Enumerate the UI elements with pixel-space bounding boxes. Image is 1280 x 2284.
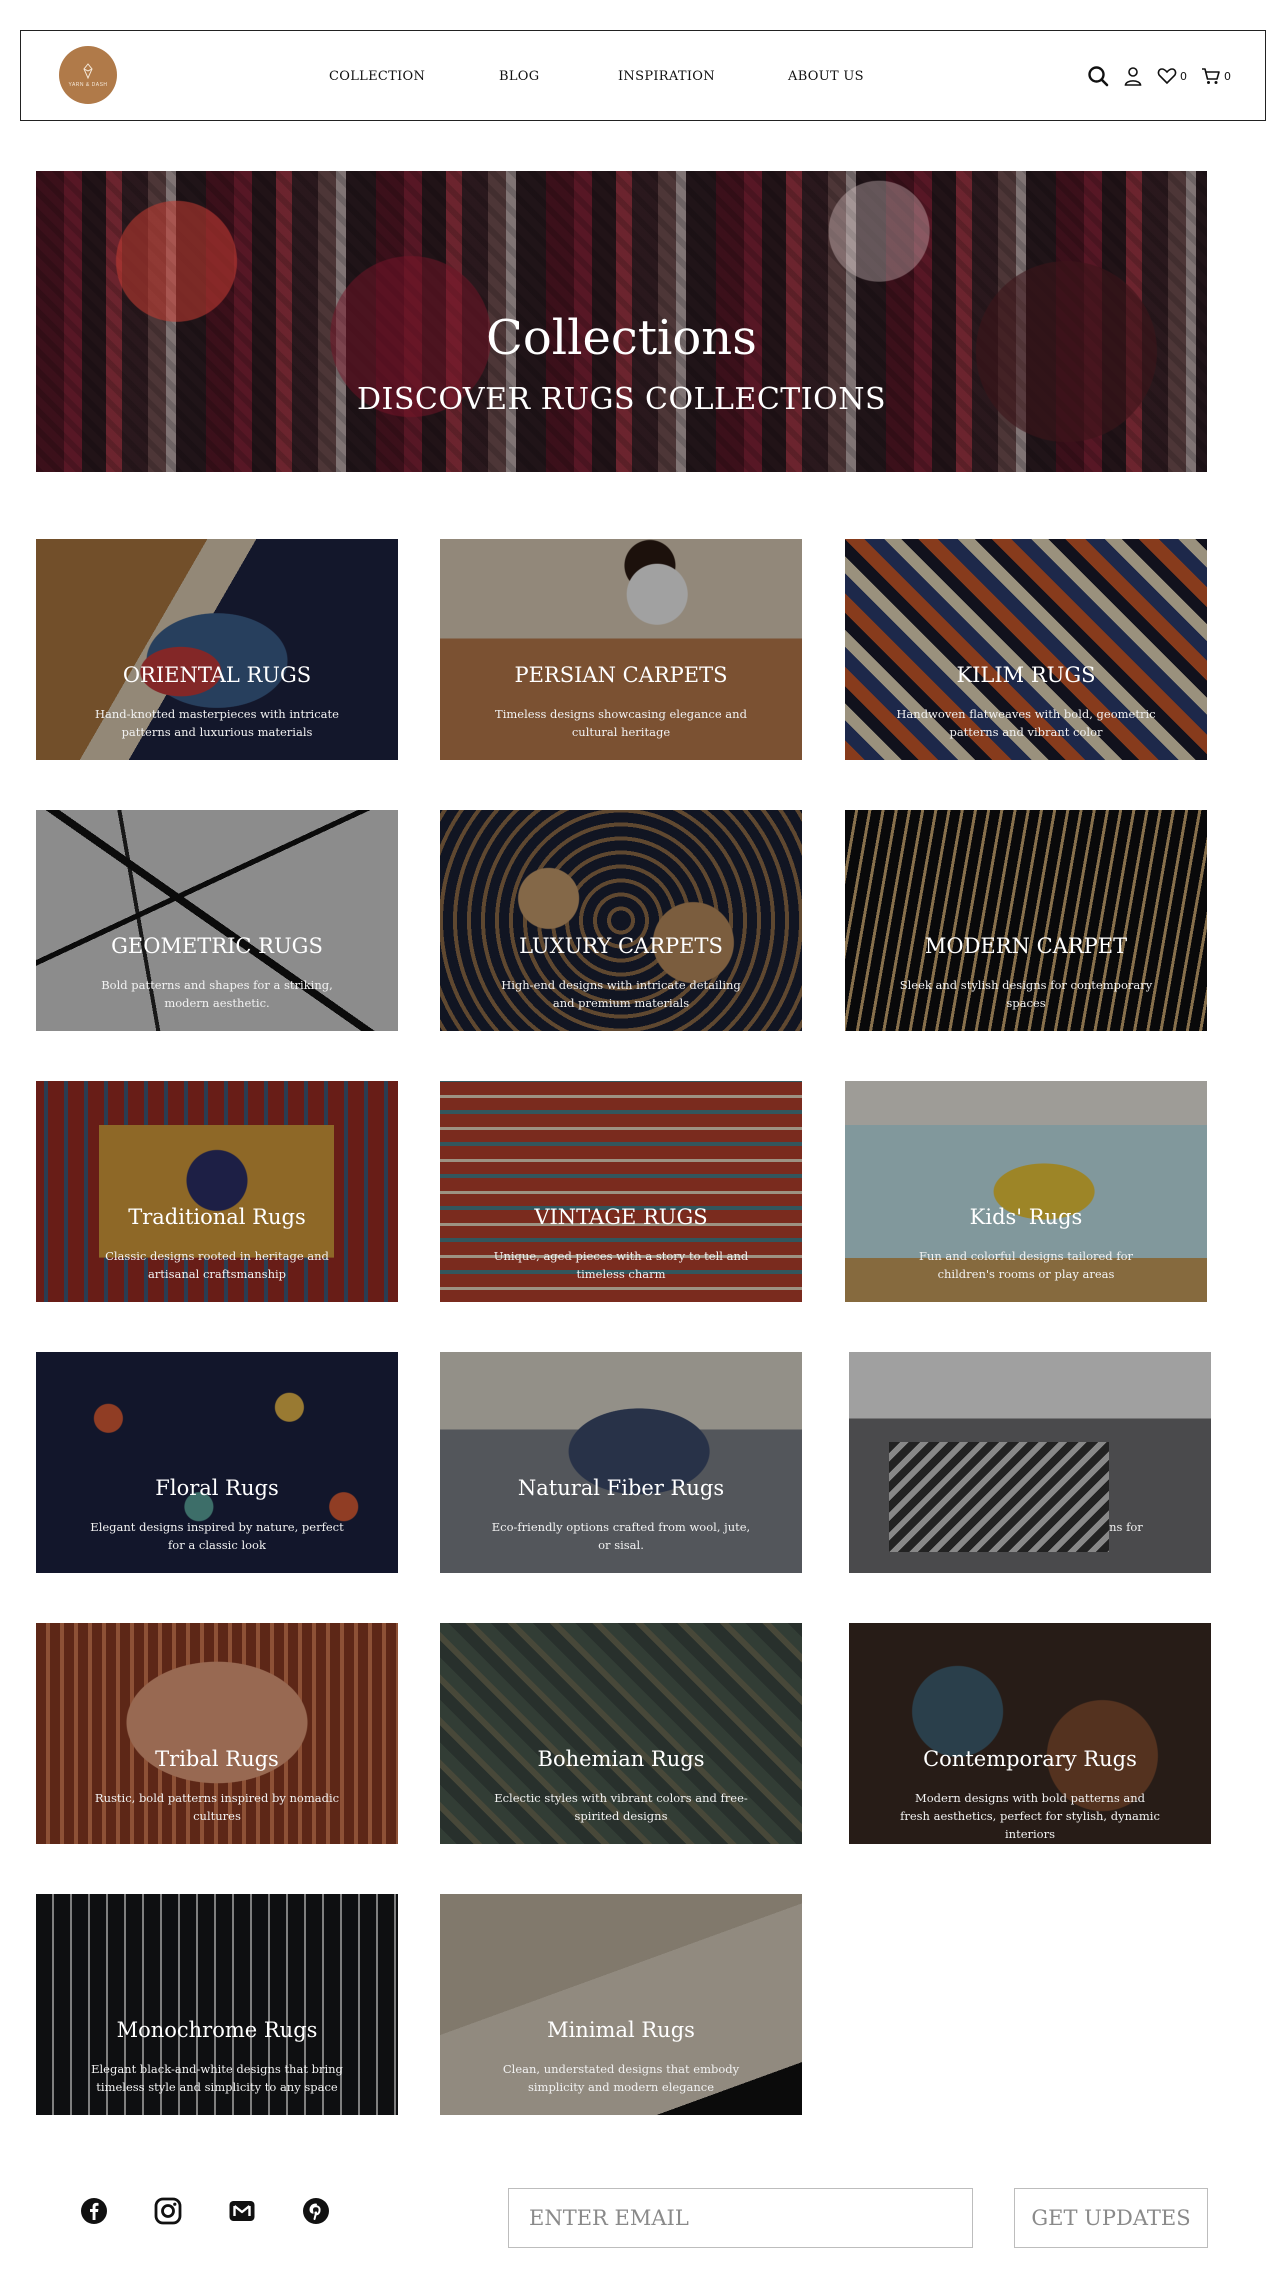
collection-card-vintage-rugs[interactable]: VINTAGE RUGS Unique, aged pieces with a … bbox=[440, 1081, 802, 1302]
nav-inspiration[interactable]: INSPIRATION bbox=[618, 69, 715, 84]
card-title: Monochrome Rugs bbox=[116, 2018, 318, 2042]
email-input[interactable] bbox=[508, 2188, 973, 2248]
wishlist-button[interactable]: 0 bbox=[1157, 67, 1187, 85]
site-header: YARN & DASH COLLECTION BLOG INSPIRATION … bbox=[20, 30, 1266, 121]
card-title: LUXURY CARPETS bbox=[519, 934, 723, 958]
collection-card-kids-rugs[interactable]: Kids' Rugs Fun and colorful designs tail… bbox=[845, 1081, 1207, 1302]
card-title: Contemporary Rugs bbox=[923, 1747, 1137, 1771]
facebook-icon[interactable] bbox=[80, 2197, 108, 2225]
cart-button[interactable]: 0 bbox=[1201, 67, 1231, 85]
card-title: Natural Fiber Rugs bbox=[517, 1476, 725, 1500]
instagram-icon[interactable] bbox=[154, 2197, 182, 2225]
wishlist-count: 0 bbox=[1180, 69, 1187, 83]
page-subtitle: DISCOVER RUGS COLLECTIONS bbox=[356, 382, 887, 417]
cart-count: 0 bbox=[1224, 69, 1231, 83]
user-icon bbox=[1124, 67, 1142, 86]
card-description: Bold patterns and shapes for a striking,… bbox=[101, 978, 333, 1010]
nav-blog[interactable]: BLOG bbox=[499, 69, 539, 84]
collection-card-kilim-rugs[interactable]: KILIM RUGS Handwoven flatweaves with bol… bbox=[845, 539, 1207, 760]
card-description: Durable, weather-resistant designs for p… bbox=[917, 1520, 1143, 1552]
search-button[interactable] bbox=[1087, 65, 1109, 87]
card-title: Bohemian Rugs bbox=[537, 1747, 705, 1771]
card-description: Timeless designs showcasing elegance and… bbox=[495, 707, 747, 739]
collection-card-modern-carpet[interactable]: MODERN CARPET Sleek and stylish designs … bbox=[845, 810, 1207, 1031]
collection-card-oriental-rugs[interactable]: ORIENTAL RUGS Hand-knotted masterpieces … bbox=[36, 539, 398, 760]
pinterest-icon[interactable] bbox=[302, 2197, 330, 2225]
collection-card-traditional-rugs[interactable]: Traditional Rugs Classic designs rooted … bbox=[36, 1081, 398, 1302]
mail-icon[interactable] bbox=[228, 2197, 256, 2225]
card-title: Tribal Rugs bbox=[155, 1747, 279, 1771]
card-title: VINTAGE RUGS bbox=[534, 1205, 708, 1229]
card-title: Outdoor Rugs bbox=[955, 1476, 1105, 1500]
collection-card-monochrome-rugs[interactable]: Monochrome Rugs Elegant black-and-white … bbox=[36, 1894, 398, 2115]
card-description: Classic designs rooted in heritage and a… bbox=[105, 1249, 329, 1281]
nav-collection[interactable]: COLLECTION bbox=[329, 69, 425, 84]
card-description: Sleek and stylish designs for contempora… bbox=[899, 978, 1153, 1010]
card-title: GEOMETRIC RUGS bbox=[111, 934, 323, 958]
card-description: Unique, aged pieces with a story to tell… bbox=[493, 1249, 749, 1281]
main-nav: COLLECTION BLOG INSPIRATION ABOUT US bbox=[21, 31, 1265, 122]
page-title: Collections bbox=[486, 310, 757, 366]
card-description: High-end designs with intricate detailin… bbox=[501, 978, 741, 1010]
collection-card-contemporary-rugs[interactable]: Contemporary Rugs Modern designs with bo… bbox=[849, 1623, 1211, 1844]
collection-card-floral-rugs[interactable]: Floral Rugs Elegant designs inspired by … bbox=[36, 1352, 398, 1573]
collection-card-luxury-carpets[interactable]: LUXURY CARPETS High-end designs with int… bbox=[440, 810, 802, 1031]
card-description: Handwoven flatweaves with bold, geometri… bbox=[896, 707, 1156, 739]
card-description: Modern designs with bold patterns and fr… bbox=[900, 1791, 1160, 1841]
collection-card-minimal-rugs[interactable]: Minimal Rugs Clean, understated designs … bbox=[440, 1894, 802, 2115]
collection-card-persian-carpets[interactable]: PERSIAN CARPETS Timeless designs showcas… bbox=[440, 539, 802, 760]
get-updates-button[interactable]: GET UPDATES bbox=[1014, 2188, 1208, 2248]
card-title: MODERN CARPET bbox=[924, 934, 1128, 958]
card-description: Rustic, bold patterns inspired by nomadi… bbox=[94, 1791, 340, 1823]
card-title: Traditional Rugs bbox=[128, 1205, 306, 1229]
collection-card-outdoor-rugs[interactable]: Outdoor Rugs Durable, weather-resistant … bbox=[849, 1352, 1211, 1573]
collection-card-bohemian-rugs[interactable]: Bohemian Rugs Eclectic styles with vibra… bbox=[440, 1623, 802, 1844]
card-description: Eco-friendly options crafted from wool, … bbox=[491, 1520, 751, 1552]
card-description: Elegant black-and-white designs that bri… bbox=[91, 2062, 343, 2094]
header-actions: 0 0 bbox=[1087, 63, 1231, 89]
card-title: KILIM RUGS bbox=[956, 663, 1096, 687]
cart-icon bbox=[1202, 68, 1220, 84]
card-title: Minimal Rugs bbox=[547, 2018, 695, 2042]
collection-card-tribal-rugs[interactable]: Tribal Rugs Rustic, bold patterns inspir… bbox=[36, 1623, 398, 1844]
card-description: Fun and colorful designs tailored for ch… bbox=[918, 1249, 1133, 1281]
heart-icon bbox=[1157, 68, 1177, 85]
card-description: Clean, understated designs that embody s… bbox=[502, 2062, 740, 2094]
card-title: Kids' Rugs bbox=[969, 1205, 1083, 1229]
card-title: Floral Rugs bbox=[155, 1476, 279, 1500]
social-links bbox=[80, 2197, 330, 2225]
search-icon bbox=[1088, 66, 1109, 87]
collection-card-natural-fiber-rugs[interactable]: Natural Fiber Rugs Eco-friendly options … bbox=[440, 1352, 802, 1573]
card-description: Elegant designs inspired by nature, perf… bbox=[90, 1520, 344, 1552]
collection-card-geometric-rugs[interactable]: GEOMETRIC RUGS Bold patterns and shapes … bbox=[36, 810, 398, 1031]
account-button[interactable] bbox=[1123, 66, 1143, 86]
card-description: Hand-knotted masterpieces with intricate… bbox=[95, 707, 339, 739]
card-description: Eclectic styles with vibrant colors and … bbox=[494, 1791, 748, 1823]
hero-banner: Collections DISCOVER RUGS COLLECTIONS bbox=[36, 171, 1207, 472]
card-title: PERSIAN CARPETS bbox=[514, 663, 728, 687]
nav-about-us[interactable]: ABOUT US bbox=[788, 69, 864, 84]
card-title: ORIENTAL RUGS bbox=[122, 663, 312, 687]
